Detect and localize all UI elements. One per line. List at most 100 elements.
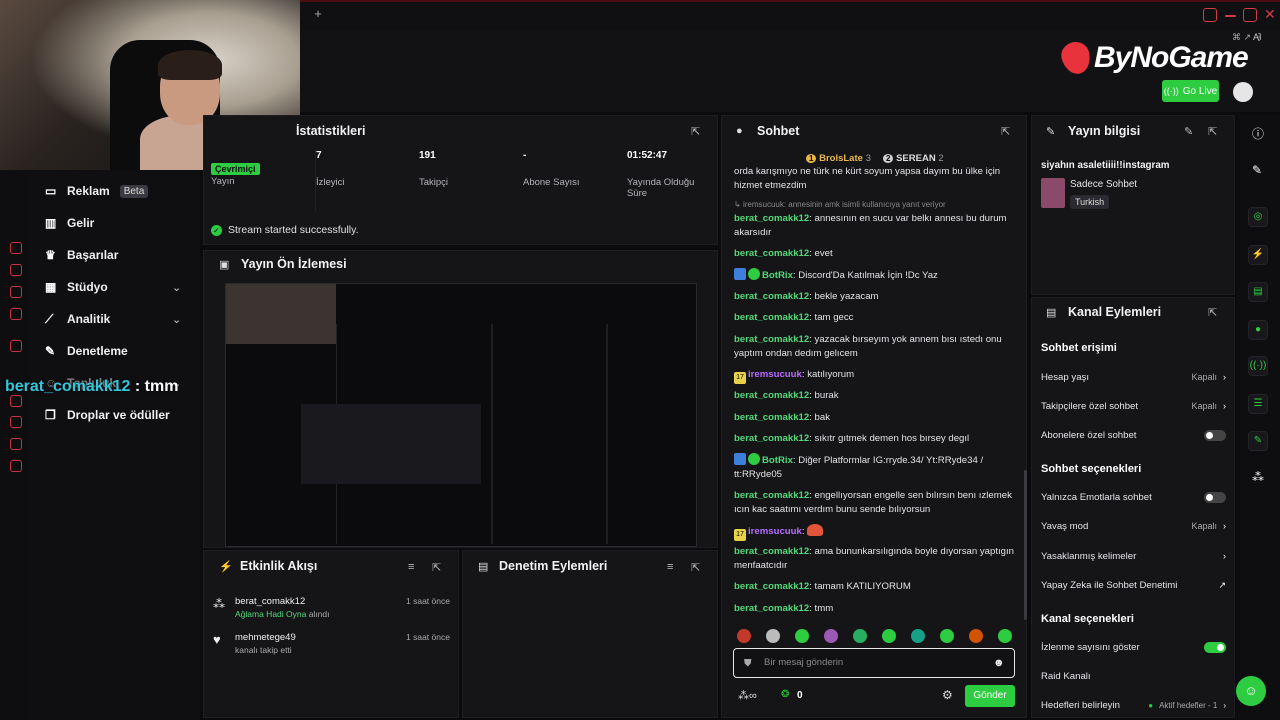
chat-message[interactable]: berat_comakk12: evet <box>734 247 1014 261</box>
info-icon[interactable]: ⓘ <box>1252 125 1264 142</box>
menu-item-studyo[interactable]: ▦ Stüdyo <box>45 277 108 297</box>
chat-message[interactable]: berat_comakk12: annesının en sucu var be… <box>734 212 1014 240</box>
chat-message[interactable]: berat_comakk12: tmm <box>734 602 1014 616</box>
stream-info-title: Yayın bilgisi <box>1068 124 1141 138</box>
chat-message[interactable]: BotRix: Discord'Da Katılmak İçin !Dc Yaz <box>734 268 1014 283</box>
chat-message[interactable]: berat_comakk12: sıkıtr gıtmek demen hos … <box>734 432 1014 446</box>
chat-message[interactable]: berat_comakk12: yazacak bırseyım yok ann… <box>734 333 1014 361</box>
chat-message[interactable]: berat_comakk12: ama bununkarsılıgında bo… <box>734 545 1014 573</box>
emote-icon[interactable] <box>969 629 983 643</box>
chevron-down-icon[interactable]: ⌄ <box>172 313 181 326</box>
filter-icon[interactable]: ≡ <box>667 561 673 573</box>
rail-icon-7[interactable] <box>10 438 22 450</box>
emotes-only-toggle[interactable] <box>1204 491 1226 503</box>
document-icon[interactable]: ▤ <box>1248 282 1268 302</box>
rail-icon-1[interactable] <box>10 242 22 254</box>
chat-message[interactable]: berat_comakk12: tamam KATILIYORUM <box>734 580 1014 594</box>
top-user-2[interactable]: 2 SEREAN 2 <box>883 153 944 164</box>
emote-icon[interactable] <box>766 629 780 643</box>
subscribers-only-toggle[interactable] <box>1204 429 1226 441</box>
stream-preview-video[interactable] <box>225 283 697 547</box>
support-chat-button[interactable]: ☺ <box>1236 676 1266 706</box>
send-button[interactable]: Gönder <box>965 685 1015 707</box>
chat-message[interactable]: berat_comakk12: tam gecc <box>734 311 1014 325</box>
menu-item-gelir[interactable]: ▥ Gelir <box>45 213 94 233</box>
top-user-1[interactable]: 1 BrolsLate 3 <box>806 153 871 164</box>
expand-icon[interactable]: ⇱ <box>691 125 700 138</box>
twitch-icon[interactable] <box>10 340 22 352</box>
chat-message[interactable]: berat_comakk12: bekle yazacam <box>734 290 1014 304</box>
menu-item-reklam[interactable]: ▭ Reklam Beta <box>45 181 149 201</box>
menu-item-droplar[interactable]: ❒ Droplar ve ödüller <box>45 405 170 425</box>
edit-icon[interactable]: ✎ <box>1252 163 1262 177</box>
chat-message[interactable]: berat_comakk12: engellıyorsan engelle se… <box>734 489 1014 517</box>
settings-icon[interactable] <box>10 460 22 472</box>
show-viewers-toggle[interactable] <box>1204 641 1226 653</box>
maximize-icon[interactable] <box>1243 8 1257 22</box>
reply-hint: ↳ iremsucuuk: annesinin amk isimli kulla… <box>734 200 946 209</box>
users-infinity-icon[interactable]: ⁂∞ <box>738 689 757 702</box>
minimize-icon[interactable] <box>1225 15 1236 17</box>
bot-badge-icon <box>734 453 746 465</box>
menu-item-denetleme[interactable]: ✎ Denetleme <box>45 341 128 361</box>
expand-icon[interactable]: ⇱ <box>1208 306 1217 319</box>
menu-item-analitik[interactable]: ⟋ Analitik <box>45 309 110 329</box>
chat-title: Sohbet <box>757 124 800 138</box>
filter-icon[interactable]: ≡ <box>408 561 414 573</box>
chat-message[interactable]: BotRix: Diğer Platformlar IG:rryde.34/ Y… <box>734 453 1014 482</box>
rail-icon-4[interactable] <box>10 308 22 320</box>
emote-icon[interactable] <box>882 629 896 643</box>
rail-icon-5[interactable] <box>10 395 22 407</box>
expand-icon[interactable]: ⇱ <box>691 561 700 574</box>
wrench-icon[interactable]: ✎ <box>1248 431 1268 451</box>
search-icon[interactable] <box>1203 8 1217 22</box>
expand-icon[interactable]: ⇱ <box>432 561 441 574</box>
emote-icon[interactable] <box>940 629 954 643</box>
emote-icon[interactable] <box>911 629 925 643</box>
chat-scrollbar[interactable] <box>1024 470 1027 620</box>
banned-words-row[interactable]: Yasaklanmış kelimeler › <box>1041 549 1226 563</box>
close-icon[interactable]: ✕ <box>1264 6 1276 23</box>
list-icon[interactable]: ☰ <box>1248 394 1268 414</box>
gear-icon[interactable]: ⚙ <box>942 688 953 702</box>
chevron-right-icon: › <box>1223 372 1226 382</box>
chat-message[interactable]: 17 iremsucuuk: <box>734 524 1014 541</box>
ai-moderation-row[interactable]: Yapay Zeka ile Sohbet Denetimi ↗ <box>1041 578 1226 592</box>
menu-item-basarilar[interactable]: ♛ Başarılar <box>45 245 118 265</box>
goals-row[interactable]: Hedefleri belirleyin ● Aktif hedefler - 1 › <box>1041 698 1226 712</box>
emote-icon[interactable] <box>795 629 809 643</box>
chat-message[interactable]: 17 iremsucuuk: katılıyorum <box>734 368 1014 384</box>
category-thumbnail <box>1041 178 1065 208</box>
emote-icon[interactable] <box>737 629 751 643</box>
shield-icon[interactable]: ⛊ <box>744 658 752 669</box>
stat-followers: 191 Takipçi <box>419 150 449 188</box>
profile-avatar[interactable] <box>1233 82 1253 102</box>
edit-icon[interactable]: ✎ <box>1184 125 1193 138</box>
expand-icon[interactable]: ⇱ <box>1208 125 1217 138</box>
emote-icon[interactable] <box>998 629 1012 643</box>
rail-icon-3[interactable] <box>10 286 22 298</box>
new-tab-button[interactable]: + <box>310 6 326 22</box>
broadcast-icon[interactable]: ((·)) <box>1248 356 1268 376</box>
raid-row[interactable]: Raid Kanalı <box>1041 669 1226 683</box>
emote-icon[interactable] <box>824 629 838 643</box>
rail-icon-6[interactable] <box>10 416 22 428</box>
go-live-button[interactable]: ((·)) Go Live <box>1162 80 1219 102</box>
chat-input[interactable]: Bir mesaj gönderin <box>733 648 1015 678</box>
expand-icon[interactable]: ⇱ <box>1001 125 1010 138</box>
emote-icon[interactable] <box>853 629 867 643</box>
users-icon[interactable]: ⁂ <box>1252 470 1264 484</box>
bynogame-logo[interactable]: ByNoGame <box>1058 38 1262 78</box>
followers-only-row[interactable]: Takipçilere özel sohbet Kapalı › <box>1041 399 1226 413</box>
coin-icon: ❂ <box>781 689 790 700</box>
chat-bubble-icon[interactable]: ● <box>1248 320 1268 340</box>
account-age-row[interactable]: Hesap yaşı Kapalı › <box>1041 370 1226 384</box>
chevron-down-icon[interactable]: ⌄ <box>172 281 181 294</box>
rail-icon-2[interactable] <box>10 264 22 276</box>
slow-mode-row[interactable]: Yavaş mod Kapalı › <box>1041 519 1226 533</box>
lightning-icon[interactable]: ⚡ <box>1248 245 1268 265</box>
emoji-icon[interactable]: ☻ <box>993 657 1005 669</box>
chat-message[interactable]: berat_comakk12: burak <box>734 389 1014 403</box>
chat-message[interactable]: berat_comakk12: bak <box>734 411 1014 425</box>
target-icon[interactable]: ◎ <box>1248 207 1268 227</box>
